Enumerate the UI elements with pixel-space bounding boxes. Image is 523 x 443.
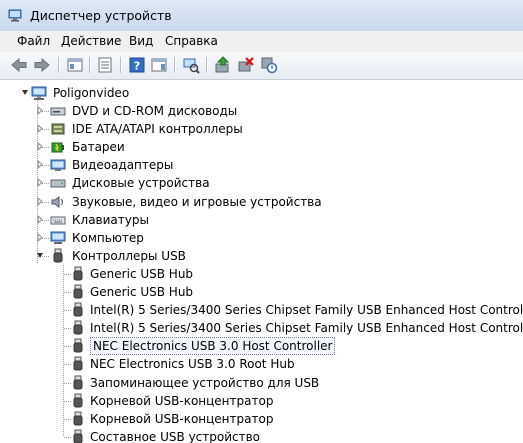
usb-device-item[interactable]: NEC Electronics USB 3.0 Root Hub [0,355,523,373]
menu-help[interactable]: Справка [165,34,218,48]
speaker-icon [51,195,63,208]
usb-connector-icon [73,393,83,408]
usb-connector-icon [73,356,83,371]
computer-icon [31,86,47,100]
tree-category[interactable]: Батареи [0,138,523,156]
keyboard-icon [50,216,66,225]
tree-category-label: IDE ATA/ATAPI контроллеры [72,122,243,137]
menu-file[interactable]: Файл [17,34,50,48]
update-driver-icon[interactable] [214,56,232,74]
usb-device-item[interactable]: Корневой USB-концентратор [0,410,523,428]
usb-device-item[interactable]: Составное USB устройство [0,428,523,443]
usb-device-label: Запоминающее устройство для USB [90,375,320,390]
usb-device-label: NEC Electronics USB 3.0 Host Controller [90,337,336,356]
tree-category-label: Дисковые устройства [72,176,210,191]
device-tree[interactable]: Poligonvideo DVD и CD-ROM дисководы IDE A… [0,80,523,443]
computer-icon [50,231,66,244]
ide-controller-icon [51,123,65,135]
window-title: Диспетчер устройств [30,8,172,23]
usb-device-label: Intel(R) 5 Series/3400 Series Chipset Fa… [90,321,523,336]
properties-icon[interactable] [96,56,114,74]
toolbar-separator [58,57,60,73]
tree-category-label: Батареи [72,140,125,155]
usb-device-item[interactable]: Generic USB Hub [0,265,523,283]
usb-device-item[interactable]: Запоминающее устройство для USB [0,374,523,392]
tree-category[interactable]: Дисковые устройства [0,174,523,192]
display-adapter-icon [50,159,66,172]
collapsed-arrow-icon[interactable] [36,232,44,242]
usb-connector-icon [73,284,83,299]
tree-category-label: Компьютер [72,230,144,245]
usb-device-label: Generic USB Hub [90,266,194,281]
dvd-drive-icon [50,107,66,116]
toolbar-separator [206,57,208,73]
usb-connector-icon [73,320,83,335]
expanded-arrow-icon[interactable] [21,88,29,97]
collapsed-arrow-icon[interactable] [36,142,44,152]
console-icon[interactable] [150,56,168,74]
usb-device-item[interactable]: Generic USB Hub [0,283,523,301]
tree-category-label: Видеоадаптеры [72,158,174,173]
menu-view[interactable]: Вид [129,34,153,48]
menu-bar: Файл Действие Вид Справка [0,31,523,53]
scan-hardware-icon[interactable] [182,56,200,74]
usb-device-item[interactable]: Intel(R) 5 Series/3400 Series Chipset Fa… [0,301,523,319]
disk-drive-icon [50,179,66,188]
usb-device-item[interactable]: Корневой USB-концентратор [0,392,523,410]
uninstall-icon[interactable] [237,56,255,74]
usb-connector-icon [73,266,83,281]
usb-device-label: Generic USB Hub [90,285,194,299]
forward-icon[interactable] [33,56,51,74]
device-manager-icon [8,9,22,22]
tree-category-label: Звуковые, видео и игровые устройства [72,194,322,209]
usb-connector-icon [73,375,83,389]
disable-icon[interactable] [260,56,278,74]
back-icon[interactable] [10,56,28,74]
tree-category-label: DVD и CD-ROM дисководы [72,104,238,118]
toolbar: ? [0,52,523,80]
tree-category-label: Контроллеры USB [72,248,186,263]
tree-category[interactable]: IDE ATA/ATAPI контроллеры [0,120,523,138]
svg-text:?: ? [134,60,140,73]
collapsed-arrow-icon[interactable] [36,214,44,224]
usb-device-label: Корневой USB-концентратор [90,411,274,426]
usb-connector-icon [73,302,83,317]
show-hide-tree-icon[interactable] [66,56,84,74]
tree-category[interactable]: Компьютер [0,229,523,247]
tree-category[interactable]: Видеоадаптеры [0,156,523,174]
usb-connector-icon [73,338,83,353]
usb-device-item[interactable]: Intel(R) 5 Series/3400 Series Chipset Fa… [0,319,523,337]
help-icon[interactable]: ? [128,56,146,74]
toolbar-separator [120,57,122,73]
usb-device-label: NEC Electronics USB 3.0 Root Hub [90,357,295,372]
title-bar: Диспетчер устройств [0,0,523,32]
tree-root[interactable]: Poligonvideo [0,84,523,102]
expanded-arrow-icon[interactable] [36,251,44,260]
tree-category[interactable]: Звуковые, видео и игровые устройства [0,193,523,211]
tree-category-label: Клавиатуры [72,212,149,227]
toolbar-separator [89,57,91,73]
collapsed-arrow-icon[interactable] [36,124,44,134]
usb-connector-icon [53,248,63,263]
usb-device-label: Intel(R) 5 Series/3400 Series Chipset Fa… [90,303,523,318]
usb-connector-icon [73,411,83,426]
usb-device-label: Корневой USB-концентратор [90,393,274,408]
tree-category[interactable]: Клавиатуры [0,211,523,229]
collapsed-arrow-icon[interactable] [36,196,44,206]
battery-icon [51,142,64,153]
collapsed-arrow-icon[interactable] [36,106,44,115]
toolbar-separator [174,57,176,73]
usb-device-label: Составное USB устройство [90,429,261,443]
tree-category[interactable]: DVD и CD-ROM дисководы [0,102,523,120]
usb-connector-icon [73,429,83,443]
usb-device-item-selected[interactable]: NEC Electronics USB 3.0 Host Controller [0,337,523,356]
tree-root-label: Poligonvideo [53,86,130,100]
menu-action[interactable]: Действие [61,34,121,48]
collapsed-arrow-icon[interactable] [36,178,44,188]
collapsed-arrow-icon[interactable] [36,160,44,170]
tree-category[interactable]: Контроллеры USB [0,247,523,265]
